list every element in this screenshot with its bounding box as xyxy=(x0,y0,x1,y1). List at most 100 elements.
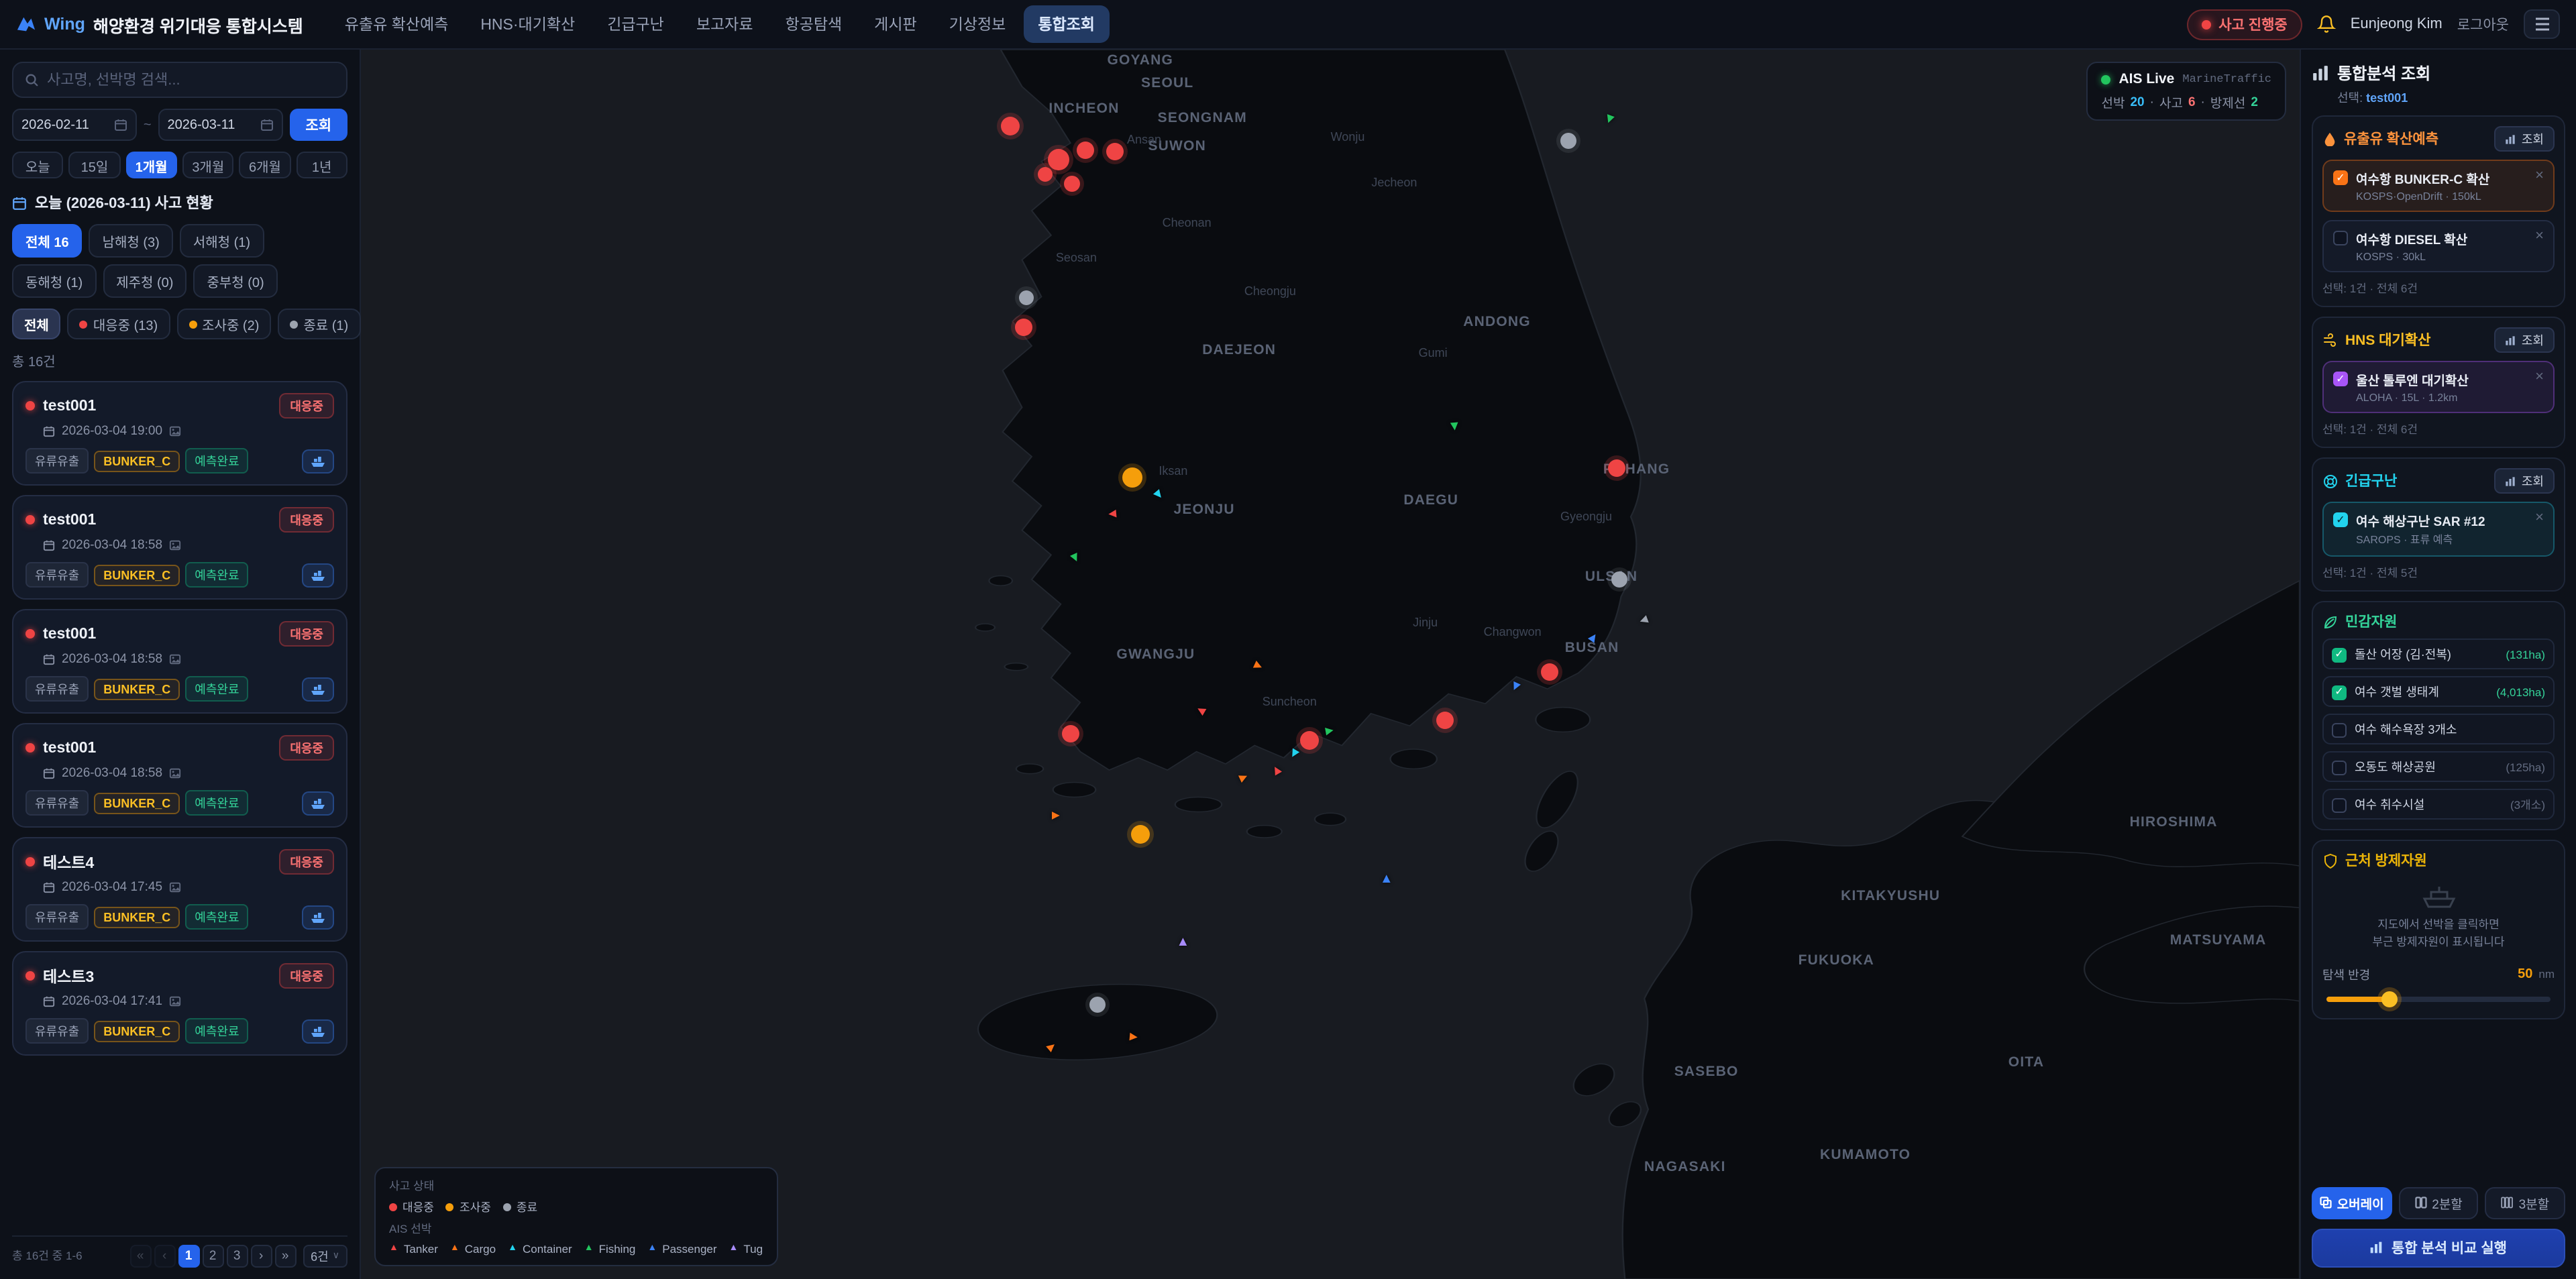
hamburger-menu-button[interactable] xyxy=(2524,9,2560,39)
incident-marker-active[interactable] xyxy=(1015,319,1032,336)
sar-query-button[interactable]: 조회 xyxy=(2495,468,2555,494)
incident-marker-active[interactable] xyxy=(1609,459,1626,476)
nav-item[interactable]: 긴급구난 xyxy=(592,5,679,43)
sensitive-resource-row[interactable]: ✓여수 갯벌 생태계(4,013ha) xyxy=(2322,676,2555,707)
region-chip[interactable]: 제주청 (0) xyxy=(103,264,186,298)
first-page-button[interactable]: « xyxy=(129,1244,151,1267)
analysis-item[interactable]: 여수항 DIESEL 확산KOSPS · 30kL× xyxy=(2322,220,2555,272)
status-filter-chip[interactable]: 전체 xyxy=(12,309,61,339)
page-number-button[interactable]: 2 xyxy=(202,1244,223,1267)
incident-marker-investigating[interactable] xyxy=(1131,824,1150,843)
incident-marker-active[interactable] xyxy=(1436,712,1454,730)
incident-marker-active[interactable] xyxy=(1299,731,1318,750)
map[interactable]: GOYANGSEOULINCHEONSEONGNAMSUWONAnsanWonj… xyxy=(361,50,2300,1279)
checkbox[interactable]: ✓ xyxy=(2332,647,2347,662)
locate-on-map-button[interactable] xyxy=(302,449,334,473)
locate-on-map-button[interactable] xyxy=(302,677,334,701)
ship-marker-cargo[interactable]: ▲ xyxy=(1125,1030,1140,1044)
status-filter-chip[interactable]: 조사중 (2) xyxy=(176,309,271,339)
nav-item[interactable]: HNS·대기확산 xyxy=(466,5,590,43)
radius-slider-handle[interactable] xyxy=(2381,991,2398,1007)
date-to-input[interactable]: 2026-03-11 xyxy=(158,109,283,141)
incident-card[interactable]: 테스트3대응중2026-03-04 17:41유류유출BUNKER_C예측완료 xyxy=(12,951,347,1056)
remove-item-button[interactable]: × xyxy=(2535,511,2544,526)
incident-card[interactable]: test001대응중2026-03-04 18:58유류유출BUNKER_C예측… xyxy=(12,723,347,828)
checkbox[interactable]: ✓ xyxy=(2332,685,2347,700)
region-chip[interactable]: 남해청 (3) xyxy=(89,224,173,258)
region-chip[interactable]: 서해청 (1) xyxy=(180,224,264,258)
remove-item-button[interactable]: × xyxy=(2535,169,2544,184)
nav-item[interactable]: 유출유 확산예측 xyxy=(330,5,464,43)
nav-item[interactable]: 기상정보 xyxy=(934,5,1021,43)
checkbox[interactable]: ✓ xyxy=(2333,372,2348,386)
incident-marker-active[interactable] xyxy=(1062,724,1079,742)
sensitive-resource-row[interactable]: ✓돌산 어장 (김·전복)(131ha) xyxy=(2322,638,2555,669)
checkbox[interactable] xyxy=(2332,722,2347,737)
quick-range-button[interactable]: 1년 xyxy=(296,152,347,178)
page-number-button[interactable]: 1 xyxy=(178,1244,199,1267)
ship-marker-tug[interactable]: ▲ xyxy=(1176,937,1189,950)
checkbox[interactable]: ✓ xyxy=(2333,512,2348,527)
checkbox[interactable] xyxy=(2333,231,2348,245)
remove-item-button[interactable]: × xyxy=(2535,229,2544,244)
date-query-button[interactable]: 조회 xyxy=(289,109,347,141)
incident-card[interactable]: test001대응중2026-03-04 18:58유류유출BUNKER_C예측… xyxy=(12,495,347,600)
view-mode-button[interactable]: 3분할 xyxy=(2485,1186,2565,1219)
run-comparison-button[interactable]: 통합 분석 비교 실행 xyxy=(2312,1228,2565,1267)
radius-slider[interactable] xyxy=(2326,996,2551,1001)
ship-marker-passenger[interactable]: ▲ xyxy=(1380,873,1393,886)
quick-range-button[interactable]: 1개월 xyxy=(125,152,177,178)
incident-marker-closed[interactable] xyxy=(1611,571,1627,588)
checkbox[interactable]: ✓ xyxy=(2333,170,2348,185)
quick-range-button[interactable]: 6개월 xyxy=(239,152,291,178)
incident-marker-closed[interactable] xyxy=(1089,997,1106,1013)
notification-bell-icon[interactable] xyxy=(2317,15,2336,34)
incident-marker-closed[interactable] xyxy=(1018,290,1033,305)
region-chip[interactable]: 중부청 (0) xyxy=(193,264,277,298)
incident-marker-active[interactable] xyxy=(1541,663,1558,680)
view-mode-button[interactable]: 오버레이 xyxy=(2312,1186,2392,1219)
ship-marker-tanker[interactable]: ▲ xyxy=(1106,507,1120,521)
nav-item[interactable]: 항공탐색 xyxy=(771,5,857,43)
ship-marker-fishing[interactable]: ▲ xyxy=(1321,723,1336,738)
view-mode-button[interactable]: 2분할 xyxy=(2398,1186,2478,1219)
checkbox[interactable] xyxy=(2332,797,2347,812)
brand[interactable]: Wing 해양환경 위기대응 통합시스템 xyxy=(16,11,303,37)
incident-in-progress-badge[interactable]: 사고 진행중 xyxy=(2186,9,2302,40)
incident-card[interactable]: test001대응중2026-03-04 18:58유류유출BUNKER_C예측… xyxy=(12,609,347,714)
logout-button[interactable]: 로그아웃 xyxy=(2457,14,2509,34)
analysis-item[interactable]: ✓여수 해상구난 SAR #12SAROPS · 표류 예측× xyxy=(2322,502,2555,557)
prev-page-button[interactable]: ‹ xyxy=(154,1244,175,1267)
incident-marker-active[interactable] xyxy=(1001,117,1020,135)
hns-query-button[interactable]: 조회 xyxy=(2495,327,2555,353)
quick-range-button[interactable]: 3개월 xyxy=(182,152,234,178)
incident-marker-active[interactable] xyxy=(1065,176,1081,192)
incident-marker-active[interactable] xyxy=(1038,168,1053,182)
status-filter-chip[interactable]: 종료 (1) xyxy=(278,309,360,339)
date-from-input[interactable]: 2026-02-11 xyxy=(12,109,137,141)
analysis-item[interactable]: ✓울산 톨루엔 대기확산ALOHA · 15L · 1.2km× xyxy=(2322,361,2555,413)
next-page-button[interactable]: › xyxy=(250,1244,272,1267)
ship-marker-fishing[interactable]: ▲ xyxy=(1447,417,1461,432)
locate-on-map-button[interactable] xyxy=(302,563,334,587)
last-page-button[interactable]: » xyxy=(274,1244,296,1267)
incident-card[interactable]: test001대응중2026-03-04 19:00유류유출BUNKER_C예측… xyxy=(12,381,347,486)
page-number-button[interactable]: 3 xyxy=(226,1244,248,1267)
locate-on-map-button[interactable] xyxy=(302,791,334,815)
ship-marker-cargo[interactable]: ▲ xyxy=(1049,809,1062,822)
incident-marker-active[interactable] xyxy=(1048,150,1069,171)
analysis-item[interactable]: ✓여수항 BUNKER-C 확산KOSPS·OpenDrift · 150kL× xyxy=(2322,160,2555,212)
quick-range-button[interactable]: 15일 xyxy=(69,152,121,178)
locate-on-map-button[interactable] xyxy=(302,1019,334,1043)
locate-on-map-button[interactable] xyxy=(302,905,334,929)
incident-marker-closed[interactable] xyxy=(1560,133,1576,149)
incident-marker-active[interactable] xyxy=(1077,142,1095,159)
incident-marker-active[interactable] xyxy=(1106,143,1124,160)
quick-range-button[interactable]: 오늘 xyxy=(12,152,64,178)
nav-item[interactable]: 보고자료 xyxy=(682,5,768,43)
nav-item[interactable]: 통합조회 xyxy=(1023,5,1110,43)
incident-marker-investigating[interactable] xyxy=(1122,467,1142,488)
incident-card[interactable]: 테스트4대응중2026-03-04 17:45유류유출BUNKER_C예측완료 xyxy=(12,837,347,942)
region-chip[interactable]: 동해청 (1) xyxy=(12,264,96,298)
oil-query-button[interactable]: 조회 xyxy=(2495,126,2555,152)
